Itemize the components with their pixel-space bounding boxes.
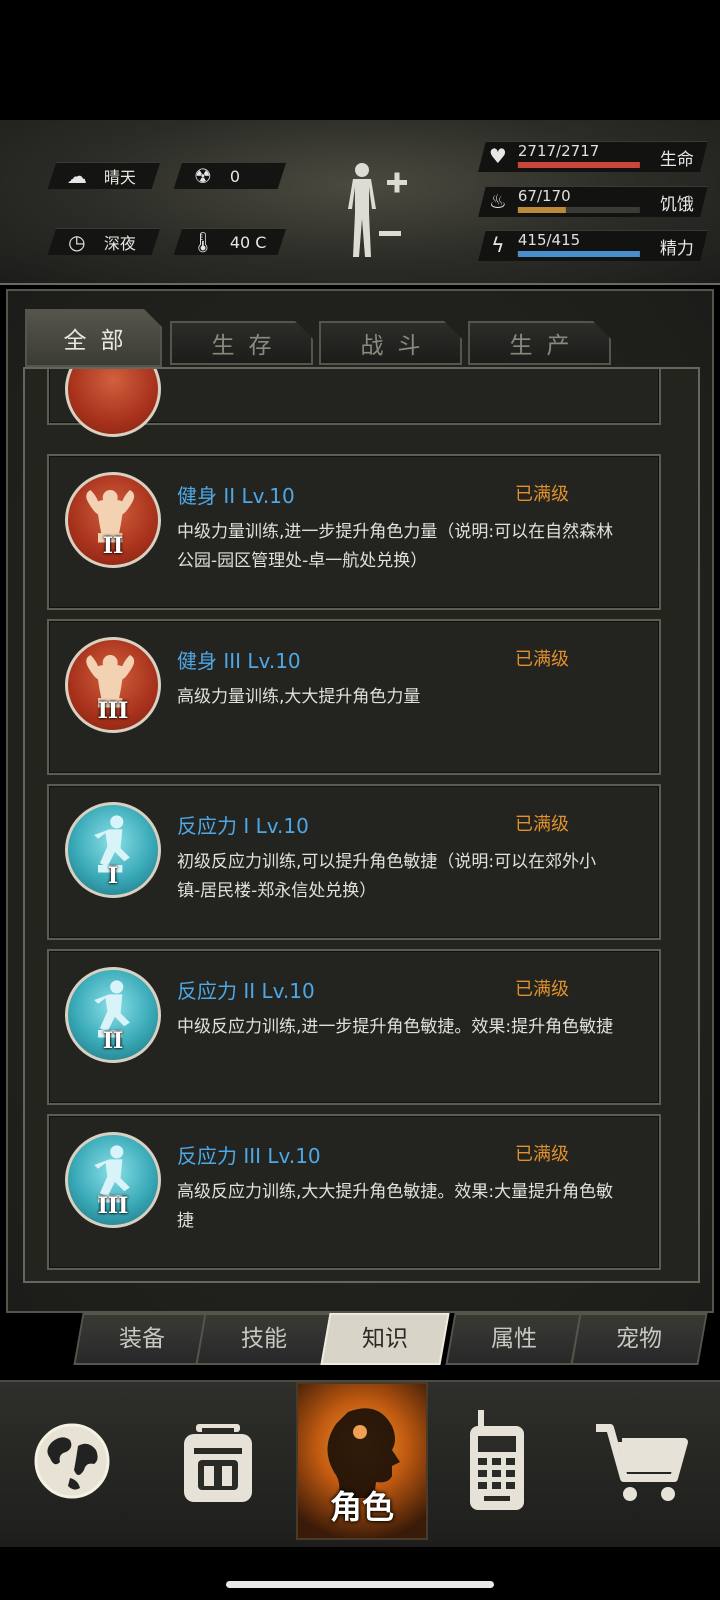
nav-radio-button[interactable] [434, 1386, 562, 1536]
list-item-partial[interactable] [47, 369, 661, 437]
globe-icon [34, 1423, 110, 1499]
subtab-skills-label: 技能 [241, 1326, 287, 1352]
list-item[interactable]: III 健身 III Lv.10 已满级 高级力量训练,大大提升角色力量 [47, 619, 661, 775]
radiation-indicator: ☢ 0 [173, 162, 287, 189]
skill-list[interactable]: II 健身 II Lv.10 已满级 中级力量训练,进一步提升角色力量（说明:可… [23, 367, 700, 1283]
tier-numeral: III [97, 1193, 129, 1219]
skill-description: 中级反应力训练,进一步提升角色敏捷。效果:提升角色敏捷 [177, 1017, 614, 1037]
subtab-knowledge-label: 知识 [362, 1326, 408, 1352]
health-label: 生命 [659, 150, 694, 170]
body-figure-icon[interactable] [343, 160, 433, 260]
skill-status: 已满级 [515, 814, 569, 835]
list-item[interactable]: I 反应力 I Lv.10 已满级 初级反应力训练,可以提升角色敏捷（说明:可以… [47, 784, 661, 940]
subtab-equipment[interactable]: 装备 [73, 1313, 211, 1365]
tab-all[interactable]: 全部 [25, 309, 162, 367]
clock-icon: ◷ [68, 230, 86, 254]
skill-description: 中级力量训练,进一步提升角色力量（说明:可以在自然森林公园-园区管理处-卓一航处… [177, 522, 614, 571]
nav-character-label: 角色 [329, 1488, 394, 1526]
stomach-icon: ♨ [488, 189, 507, 213]
tab-combat[interactable]: 战斗 [319, 321, 462, 365]
energy-value: 415/415 [517, 231, 581, 249]
skill-description: 高级力量训练,大大提升角色力量 [177, 687, 421, 707]
tier-numeral: II [102, 1028, 124, 1054]
tier-numeral: III [97, 698, 129, 724]
skill-name: 反应力 III Lv.10 [177, 1144, 321, 1168]
subtab-knowledge[interactable]: 知识 [320, 1313, 450, 1365]
subtab-attributes-label: 属性 [491, 1326, 537, 1352]
skill-description: 高级反应力训练,大大提升角色敏捷。效果:大量提升角色敏捷 [177, 1182, 614, 1231]
skill-description: 初级反应力训练,可以提升角色敏捷（说明:可以在郊外小镇-居民楼-郑永信处兑换） [177, 852, 597, 901]
muscle-icon: III [65, 637, 161, 733]
subtab-pets[interactable]: 宠物 [570, 1313, 708, 1365]
reflex-pose-icon: I [65, 802, 161, 898]
walkie-talkie-icon [470, 1410, 524, 1510]
muscle-icon [65, 369, 161, 437]
health-stat: ♥ 2717/2717 生命 [478, 141, 708, 172]
thermometer-icon: 🌡 [190, 230, 216, 254]
nav-character-button[interactable]: 角色 [296, 1382, 428, 1540]
radiation-icon: ☢ [193, 164, 212, 188]
subtab-attributes[interactable]: 属性 [445, 1313, 583, 1365]
time-label: 深夜 [103, 234, 136, 253]
hunger-value: 67/170 [517, 187, 571, 205]
list-item[interactable]: II 反应力 II Lv.10 已满级 中级反应力训练,进一步提升角色敏捷。效果… [47, 949, 661, 1105]
weather-indicator: ☁ 晴天 [47, 162, 161, 189]
hunger-bar [517, 207, 566, 213]
tab-production-label: 生产 [509, 333, 584, 359]
skill-name: 健身 II Lv.10 [177, 484, 295, 508]
skill-status: 已满级 [515, 979, 569, 1000]
tab-survival[interactable]: 生存 [170, 321, 313, 365]
temperature-value: 40 C [229, 232, 267, 252]
tab-production[interactable]: 生产 [468, 321, 611, 365]
health-bar [517, 162, 640, 168]
hunger-stat: ♨ 67/170 饥饿 [478, 186, 708, 217]
subtab-pets-label: 宠物 [616, 1326, 662, 1352]
skill-status: 已满级 [515, 649, 569, 670]
skill-name: 健身 III Lv.10 [177, 649, 301, 673]
radiation-value: 0 [229, 166, 241, 186]
heart-pulse-icon: ♥ [488, 144, 507, 168]
tab-all-label: 全部 [63, 328, 138, 354]
backpack-icon [184, 1424, 252, 1502]
time-indicator: ◷ 深夜 [47, 228, 161, 255]
health-value: 2717/2717 [517, 142, 600, 160]
energy-stat: ϟ 415/415 精力 [478, 230, 708, 261]
nav-shop-button[interactable] [582, 1386, 710, 1536]
cloud-sun-icon: ☁ [66, 164, 87, 188]
shopping-cart-icon [596, 1424, 688, 1501]
list-item[interactable]: II 健身 II Lv.10 已满级 中级力量训练,进一步提升角色力量（说明:可… [47, 454, 661, 610]
energy-head-icon: ϟ [491, 233, 505, 257]
energy-bar [517, 251, 640, 257]
subtab-equipment-label: 装备 [119, 1326, 165, 1352]
subtab-skills[interactable]: 技能 [195, 1313, 333, 1365]
reflex-pose-icon: III [65, 1132, 161, 1228]
tab-survival-label: 生存 [211, 333, 286, 359]
list-item[interactable]: III 反应力 III Lv.10 已满级 高级反应力训练,大大提升角色敏捷。效… [47, 1114, 661, 1270]
skill-name: 反应力 I Lv.10 [177, 814, 309, 838]
weather-label: 晴天 [103, 168, 136, 187]
reflex-pose-icon: II [65, 967, 161, 1063]
nav-map-button[interactable] [12, 1386, 140, 1536]
energy-label: 精力 [659, 239, 694, 259]
tab-combat-label: 战斗 [360, 333, 435, 359]
skill-name: 反应力 II Lv.10 [177, 979, 315, 1003]
home-indicator[interactable] [226, 1581, 494, 1588]
nav-inventory-button[interactable] [154, 1386, 282, 1536]
hunger-label: 饥饿 [659, 195, 694, 215]
skill-status: 已满级 [515, 484, 569, 505]
tier-numeral: I [107, 863, 119, 889]
skill-status: 已满级 [515, 1144, 569, 1165]
tier-numeral: II [102, 533, 124, 559]
temperature-indicator: 🌡 40 C [173, 228, 287, 255]
muscle-icon: II [65, 472, 161, 568]
